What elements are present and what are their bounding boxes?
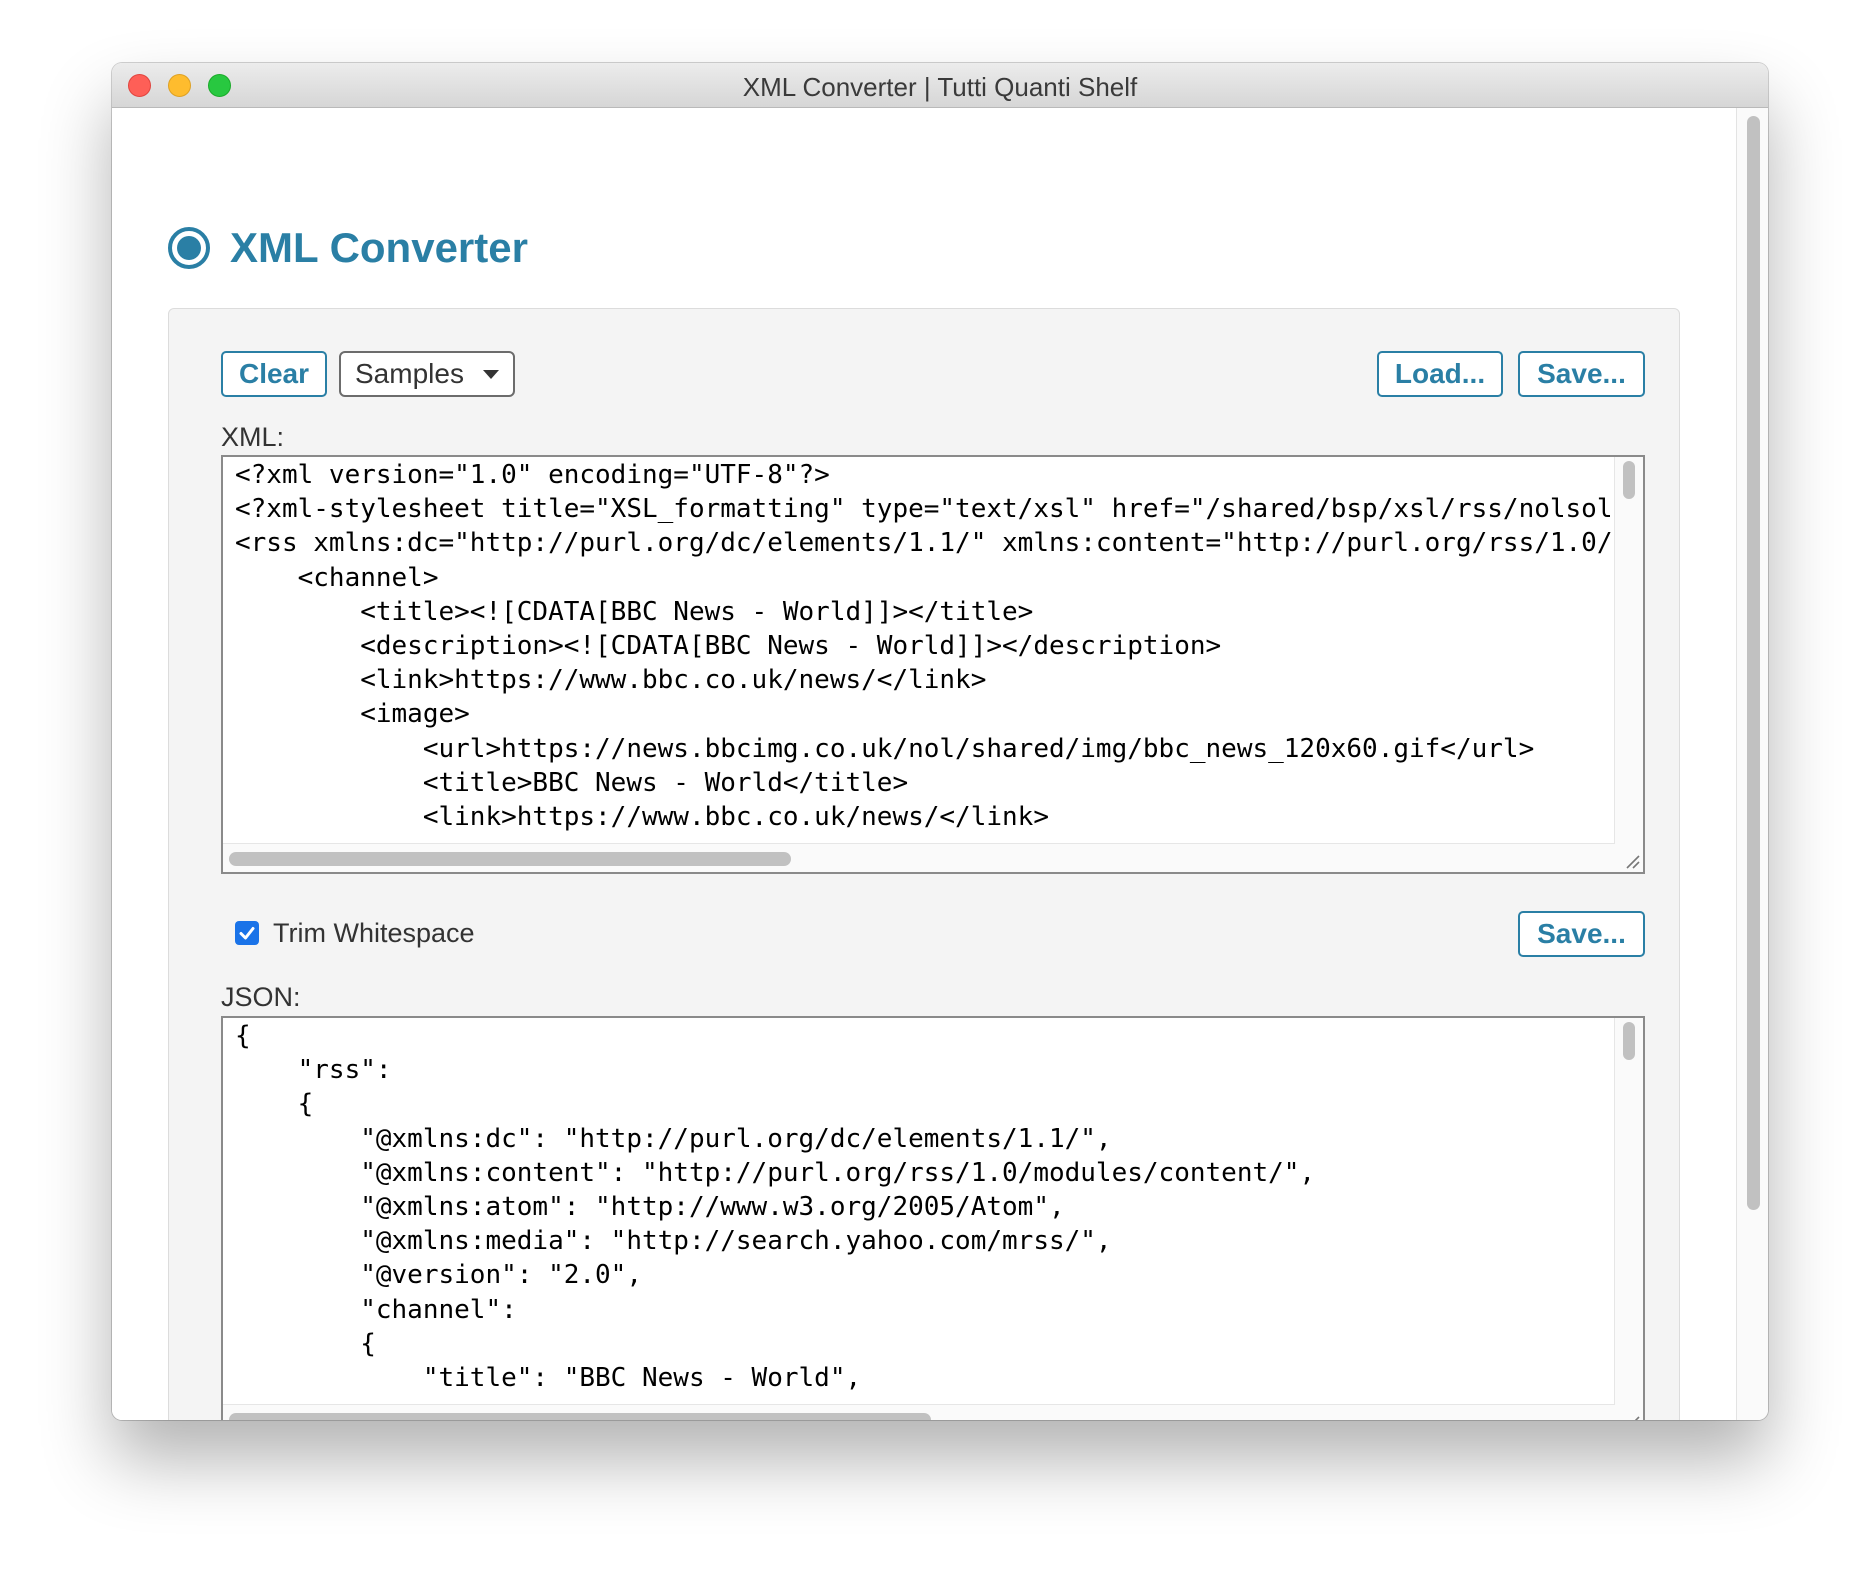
trim-whitespace-checkbox[interactable] — [235, 921, 259, 945]
converter-panel: Clear Samples Load... Save... XML: <?xml… — [168, 308, 1680, 1420]
checkmark-icon — [239, 927, 255, 940]
resize-grip-icon[interactable] — [1615, 1405, 1643, 1420]
json-horizontal-scroll-thumb[interactable] — [229, 1413, 931, 1420]
load-button[interactable]: Load... — [1377, 351, 1503, 397]
samples-dropdown[interactable]: Samples — [339, 351, 515, 397]
window-title: XML Converter | Tutti Quanti Shelf — [742, 72, 1138, 102]
trim-whitespace-label[interactable]: Trim Whitespace — [273, 918, 475, 949]
save-xml-button[interactable]: Save... — [1518, 351, 1645, 397]
xml-label: XML: — [221, 422, 285, 452]
json-textarea[interactable]: { "rss": { "@xmlns:dc": "http://purl.org… — [221, 1016, 1645, 1420]
title-bar: XML Converter | Tutti Quanti Shelf — [112, 63, 1768, 108]
page-vertical-scrollbar[interactable] — [1736, 108, 1768, 1420]
clear-button[interactable]: Clear — [221, 351, 327, 397]
json-horizontal-scrollbar[interactable] — [223, 1404, 1615, 1420]
xml-vertical-scroll-thumb[interactable] — [1623, 461, 1635, 499]
resize-grip-icon[interactable] — [1615, 844, 1643, 872]
page-scroll-thumb[interactable] — [1747, 116, 1760, 1210]
xml-horizontal-scroll-thumb[interactable] — [229, 852, 791, 866]
xml-content[interactable]: <?xml version="1.0" encoding="UTF-8"?> <… — [235, 458, 1611, 834]
json-vertical-scrollbar[interactable] — [1614, 1018, 1643, 1405]
page-content: XML Converter Clear Samples Load... Save… — [112, 108, 1736, 1420]
samples-dropdown-label: Samples — [355, 358, 464, 389]
json-content[interactable]: { "rss": { "@xmlns:dc": "http://purl.org… — [235, 1019, 1611, 1395]
radio-circle-icon — [168, 227, 210, 269]
page-header: XML Converter — [168, 223, 528, 273]
app-window: XML Converter | Tutti Quanti Shelf XML C… — [112, 63, 1768, 1420]
caret-down-icon — [483, 370, 499, 379]
json-vertical-scroll-thumb[interactable] — [1623, 1022, 1635, 1060]
json-label: JSON: — [221, 982, 301, 1012]
page-title: XML Converter — [230, 224, 528, 271]
save-json-button[interactable]: Save... — [1518, 911, 1645, 957]
xml-vertical-scrollbar[interactable] — [1614, 457, 1643, 844]
xml-horizontal-scrollbar[interactable] — [223, 843, 1615, 872]
xml-textarea[interactable]: <?xml version="1.0" encoding="UTF-8"?> <… — [221, 455, 1645, 874]
